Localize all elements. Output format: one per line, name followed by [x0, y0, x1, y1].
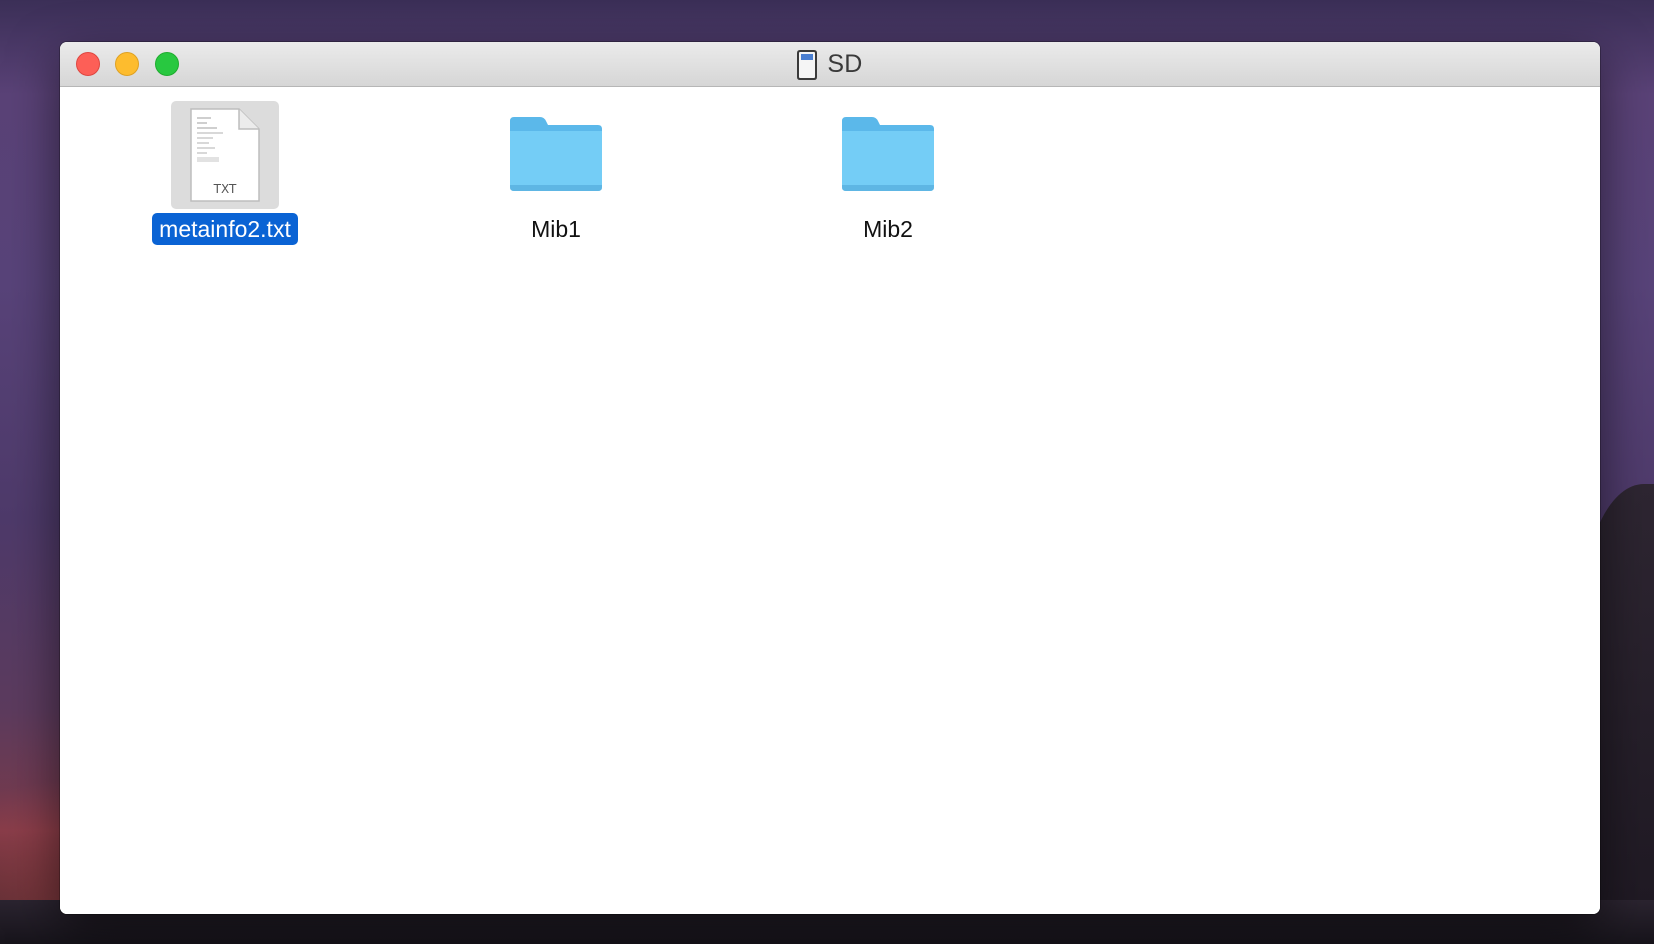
sd-card-icon	[797, 49, 818, 80]
text-file-icon[interactable]: TXT	[189, 107, 261, 203]
file-icon-highlight: TXT	[171, 101, 279, 209]
folder-name-text[interactable]: Mib2	[856, 213, 920, 245]
window-title: SD	[60, 42, 1600, 87]
folder-name-text[interactable]: Mib1	[524, 213, 588, 245]
folder-name-label[interactable]: Mib2	[788, 213, 988, 245]
finder-window: SD TXT metainfo2.txt Mib1 Mib2	[60, 42, 1600, 914]
file-name-text[interactable]: metainfo2.txt	[152, 213, 298, 245]
window-title-text: SD	[827, 50, 863, 78]
folder-icon-box	[834, 101, 942, 209]
file-name-label[interactable]: metainfo2.txt	[125, 213, 325, 245]
folder-item-mib1[interactable]: Mib1	[456, 91, 656, 251]
folder-icon-box	[502, 101, 610, 209]
file-icon-view[interactable]: TXT metainfo2.txt Mib1 Mib2	[60, 87, 1600, 914]
folder-icon[interactable]	[506, 115, 606, 195]
file-item-metainfo2[interactable]: TXT metainfo2.txt	[125, 91, 325, 251]
file-type-badge: TXT	[213, 182, 237, 196]
folder-name-label[interactable]: Mib1	[456, 213, 656, 245]
folder-item-mib2[interactable]: Mib2	[788, 91, 988, 251]
title-bar[interactable]: SD	[60, 42, 1600, 87]
folder-icon[interactable]	[838, 115, 938, 195]
